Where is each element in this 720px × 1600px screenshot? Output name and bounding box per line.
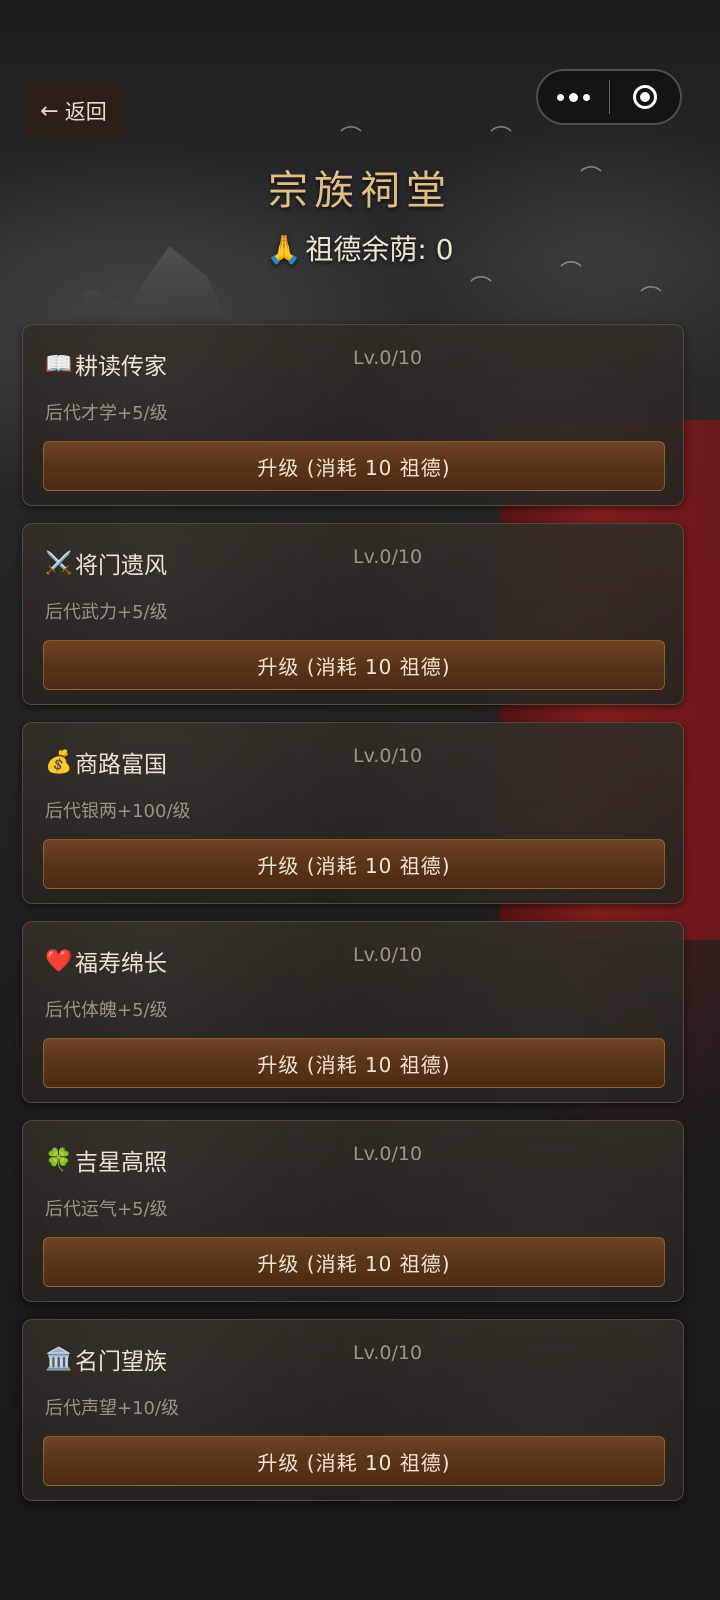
target-circle-icon (632, 85, 657, 109)
more-dot-icon (568, 92, 578, 102)
upgrade-button[interactable]: 升级 (消耗 10 祖德) (43, 839, 665, 889)
perk-level: Lv.0/10 (353, 1342, 423, 1364)
perk-name: 名门望族 (75, 1349, 167, 1375)
perk-card: 🏛️ 名门望族 Lv.0/10 后代声望+10/级 升级 (消耗 10 祖德) (22, 1319, 684, 1501)
perk-description: 后代银两+100/级 (45, 801, 191, 822)
ancestral-merit-display: 🙏 祖德余荫: 0 (0, 228, 720, 268)
more-options-button[interactable] (538, 92, 609, 102)
heart-icon: ❤️ (45, 948, 73, 974)
upgrade-button[interactable]: 升级 (消耗 10 祖德) (43, 1237, 665, 1287)
back-label: 返回 (64, 100, 107, 124)
money-bag-icon: 💰 (45, 749, 73, 775)
perk-description: 后代运气+5/级 (45, 1199, 168, 1220)
perk-level: Lv.0/10 (353, 1143, 423, 1165)
perk-description: 后代声望+10/级 (45, 1398, 180, 1419)
merit-text: 祖德余荫: 0 (305, 233, 454, 266)
perk-description: 后代武力+5/级 (45, 602, 168, 623)
perk-card: ❤️ 福寿绵长 Lv.0/10 后代体魄+5/级 升级 (消耗 10 祖德) (22, 921, 684, 1103)
classical-building-icon: 🏛️ (45, 1346, 73, 1372)
perk-card: 💰 商路富国 Lv.0/10 后代银两+100/级 升级 (消耗 10 祖德) (22, 722, 684, 904)
perk-name: 吉星高照 (75, 1150, 167, 1176)
perk-level: Lv.0/10 (353, 347, 423, 369)
perk-description: 后代才学+5/级 (45, 403, 168, 424)
close-miniprogram-button[interactable] (610, 85, 681, 109)
perk-card: ⚔️ 将门遗风 Lv.0/10 后代武力+5/级 升级 (消耗 10 祖德) (22, 523, 684, 705)
perk-level: Lv.0/10 (353, 546, 423, 568)
upgrade-button[interactable]: 升级 (消耗 10 祖德) (43, 441, 665, 491)
upgrade-button[interactable]: 升级 (消耗 10 祖德) (43, 1436, 665, 1486)
crane-bird-icon: ⌒ (490, 126, 513, 151)
more-dot-icon (582, 93, 590, 101)
perk-card: 🍀 吉星高照 Lv.0/10 后代运气+5/级 升级 (消耗 10 祖德) (22, 1120, 684, 1302)
perk-name: 将门遗风 (75, 553, 167, 579)
more-dot-icon (556, 93, 564, 101)
perk-card: 📖 耕读传家 Lv.0/10 后代才学+5/级 升级 (消耗 10 祖德) (22, 324, 684, 506)
perk-name: 福寿绵长 (75, 951, 167, 977)
crane-bird-icon: ⌒ (640, 286, 663, 311)
perk-level: Lv.0/10 (353, 745, 423, 767)
page-title: 宗族祠堂 (268, 168, 452, 214)
crane-bird-icon: ⌒ (470, 276, 493, 301)
perk-level: Lv.0/10 (353, 944, 423, 966)
left-arrow-icon: ← (40, 98, 59, 124)
perk-name: 耕读传家 (75, 354, 167, 380)
crossed-swords-icon: ⚔️ (45, 550, 73, 576)
book-icon: 📖 (45, 351, 73, 377)
upgrade-button[interactable]: 升级 (消耗 10 祖德) (43, 640, 665, 690)
perk-description: 后代体魄+5/级 (45, 1000, 168, 1021)
four-leaf-clover-icon: 🍀 (45, 1147, 73, 1173)
back-button[interactable]: ← 返回 (22, 82, 125, 140)
perk-name: 商路富国 (75, 752, 167, 778)
upgrade-button[interactable]: 升级 (消耗 10 祖德) (43, 1038, 665, 1088)
miniprogram-capsule (536, 69, 682, 125)
praying-hands-icon: 🙏 (266, 233, 302, 266)
crane-bird-icon: ⌒ (340, 126, 363, 151)
